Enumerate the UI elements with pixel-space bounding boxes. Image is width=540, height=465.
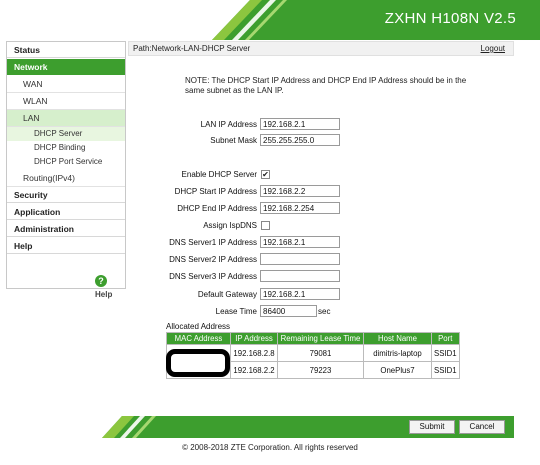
subnet-row: Subnet Mask bbox=[150, 134, 510, 147]
dns3-row: DNS Server3 IP Address bbox=[150, 270, 510, 283]
nav-dhcp-server[interactable]: DHCP Server bbox=[7, 127, 125, 141]
start-ip-row: DHCP Start IP Address bbox=[150, 185, 510, 198]
nav-application[interactable]: Application bbox=[7, 204, 125, 220]
dhcp-end-ip-input[interactable] bbox=[260, 202, 340, 214]
cell-ip: 192.168.2.2 bbox=[230, 361, 278, 379]
gateway-label: Default Gateway bbox=[197, 290, 257, 299]
submit-button[interactable]: Submit bbox=[409, 420, 455, 434]
enable-dhcp-row: Enable DHCP Server ✔ bbox=[150, 168, 510, 181]
lan-ip-row: LAN IP Address bbox=[150, 118, 510, 131]
breadcrumb: Path:Network-LAN-DHCP Server bbox=[133, 44, 251, 53]
dns2-label: DNS Server2 IP Address bbox=[169, 255, 257, 264]
model-title: ZXHN H108N V2.5 bbox=[384, 10, 516, 27]
lease-time-input[interactable] bbox=[260, 305, 317, 317]
table-header-row: MAC Address IP Address Remaining Lease T… bbox=[166, 332, 460, 345]
lease-unit: sec bbox=[318, 307, 331, 316]
help-icon: ? bbox=[95, 274, 107, 287]
col-lease: Remaining Lease Time bbox=[277, 332, 364, 345]
dns3-label: DNS Server3 IP Address bbox=[169, 272, 257, 281]
nav-dhcp-port-service[interactable]: DHCP Port Service bbox=[7, 155, 125, 169]
nav-help[interactable]: Help bbox=[7, 238, 125, 254]
enable-dhcp-label: Enable DHCP Server bbox=[181, 170, 257, 179]
dns1-label: DNS Server1 IP Address bbox=[169, 238, 257, 247]
logout-link[interactable]: Logout bbox=[481, 44, 505, 53]
lease-row: Lease Time sec bbox=[150, 305, 510, 318]
cell-host: dimitris-laptop bbox=[363, 344, 432, 362]
sidebar: Status Network WAN WLAN LAN DHCP Server … bbox=[6, 41, 126, 299]
dhcp-start-ip-input[interactable] bbox=[260, 185, 340, 197]
dns2-input[interactable] bbox=[260, 253, 340, 265]
cell-lease: 79223 bbox=[277, 361, 364, 379]
cell-port: SSID1 bbox=[431, 344, 460, 362]
col-port: Port bbox=[431, 332, 460, 345]
nav-status[interactable]: Status bbox=[7, 42, 125, 58]
subnet-note: NOTE: The DHCP Start IP Address and DHCP… bbox=[185, 76, 467, 95]
path-bar: Path:Network-LAN-DHCP Server Logout bbox=[128, 41, 514, 56]
cell-port: SSID1 bbox=[431, 361, 460, 379]
allocated-address-title: Allocated Address bbox=[166, 322, 231, 331]
nav-routing[interactable]: Routing(IPv4) bbox=[7, 170, 125, 187]
gateway-row: Default Gateway bbox=[150, 288, 510, 301]
col-mac: MAC Address bbox=[166, 332, 231, 345]
dns3-input[interactable] bbox=[260, 270, 340, 282]
footer-decoration bbox=[102, 416, 514, 438]
assign-isp-dns-label: Assign IspDNS bbox=[203, 221, 257, 230]
nav-security[interactable]: Security bbox=[7, 187, 125, 203]
cell-ip: 192.168.2.8 bbox=[230, 344, 278, 362]
lan-ip-input[interactable] bbox=[260, 118, 340, 130]
cancel-button[interactable]: Cancel bbox=[459, 420, 505, 434]
help-link[interactable]: ? Help bbox=[95, 274, 125, 299]
start-ip-label: DHCP Start IP Address bbox=[174, 187, 257, 196]
assign-isp-dns-checkbox[interactable] bbox=[261, 221, 270, 230]
subnet-mask-input[interactable] bbox=[260, 134, 340, 146]
help-link-label: Help bbox=[95, 290, 113, 299]
col-ip: IP Address bbox=[230, 332, 278, 345]
enable-dhcp-checkbox[interactable]: ✔ bbox=[261, 170, 270, 179]
nav-lan[interactable]: LAN bbox=[7, 110, 125, 127]
copyright-text: © 2008-2018 ZTE Corporation. All rights … bbox=[182, 443, 358, 452]
dns1-row: DNS Server1 IP Address bbox=[150, 236, 510, 249]
assign-isp-dns-row: Assign IspDNS bbox=[150, 219, 510, 232]
header-banner: ZXHN H108N V2.5 bbox=[0, 0, 540, 40]
nav-wan[interactable]: WAN bbox=[7, 76, 125, 93]
lan-ip-label: LAN IP Address bbox=[200, 120, 257, 129]
subnet-label: Subnet Mask bbox=[210, 136, 257, 145]
cell-lease: 79081 bbox=[277, 344, 364, 362]
dns2-row: DNS Server2 IP Address bbox=[150, 253, 510, 266]
end-ip-row: DHCP End IP Address bbox=[150, 202, 510, 215]
lease-label: Lease Time bbox=[215, 307, 257, 316]
nav-dhcp-binding[interactable]: DHCP Binding bbox=[7, 141, 125, 155]
end-ip-label: DHCP End IP Address bbox=[177, 204, 257, 213]
dns1-input[interactable] bbox=[260, 236, 340, 248]
nav-administration[interactable]: Administration bbox=[7, 221, 125, 237]
cell-host: OnePlus7 bbox=[363, 361, 432, 379]
redaction-mark bbox=[166, 349, 230, 377]
default-gateway-input[interactable] bbox=[260, 288, 340, 300]
nav-network[interactable]: Network bbox=[7, 59, 125, 75]
col-host: Host Name bbox=[363, 332, 432, 345]
nav-wlan[interactable]: WLAN bbox=[7, 93, 125, 110]
